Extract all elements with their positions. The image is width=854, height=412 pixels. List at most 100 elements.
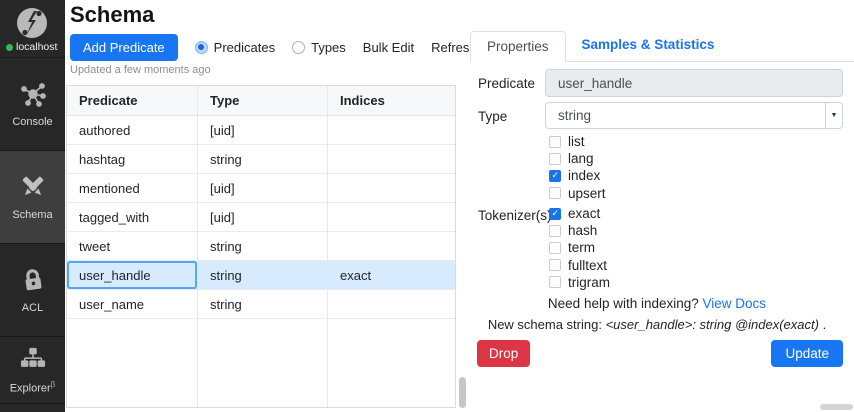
- cell-type: string: [198, 232, 328, 260]
- checkbox-icon: [549, 276, 561, 288]
- cell-indices: [328, 290, 455, 318]
- table-header-row: Predicate Type Indices: [67, 86, 455, 116]
- checkbox-fulltext[interactable]: fulltext: [549, 257, 610, 274]
- sidebar-item-explorer[interactable]: Explorerβ: [0, 336, 65, 403]
- detail-tabbar: Properties Samples & Statistics: [470, 32, 854, 62]
- checkbox-upsert[interactable]: upsert: [549, 185, 606, 202]
- tab-samples-statistics[interactable]: Samples & Statistics: [566, 30, 731, 61]
- sidebar-item-acl[interactable]: ACL: [0, 243, 65, 336]
- table-row[interactable]: user_name string: [67, 290, 455, 319]
- sidebar-item-label: Schema: [12, 209, 52, 221]
- connection-label: localhost: [16, 41, 57, 53]
- lock-icon: [19, 266, 47, 297]
- cell-type: string: [198, 290, 328, 318]
- predicate-field-label: Predicate: [478, 76, 535, 91]
- cell-predicate: user_handle: [67, 261, 198, 289]
- table-row[interactable]: authored [uid]: [67, 116, 455, 145]
- sidebar: localhost Console Schema: [0, 0, 65, 412]
- checkbox-icon: [549, 136, 561, 148]
- new-schema-string: New schema string: <user_handle>: string…: [466, 317, 848, 332]
- table-row[interactable]: hashtag string: [67, 145, 455, 174]
- flags-group: list lang index upsert: [549, 133, 606, 202]
- checkbox-icon: [549, 242, 561, 254]
- table-row[interactable]: mentioned [uid]: [67, 174, 455, 203]
- cell-indices: [328, 232, 455, 260]
- checkbox-index[interactable]: index: [549, 167, 606, 184]
- cell-indices: [328, 203, 455, 231]
- predicate-table: Predicate Type Indices authored [uid] ha…: [66, 85, 456, 408]
- tab-properties[interactable]: Properties: [470, 31, 566, 62]
- sidebar-item-schema[interactable]: Schema: [0, 150, 65, 243]
- checkbox-label: hash: [568, 223, 597, 238]
- sidebar-item-console[interactable]: Console: [0, 57, 65, 150]
- cell-predicate: hashtag: [67, 145, 198, 173]
- radio-predicates[interactable]: Predicates: [195, 40, 275, 55]
- checkbox-label: lang: [568, 151, 594, 166]
- checkbox-label: list: [568, 134, 585, 149]
- connection-status[interactable]: localhost: [6, 41, 57, 53]
- indexing-help: Need help with indexing? View Docs: [470, 296, 844, 311]
- predicate-input: [545, 69, 843, 97]
- add-predicate-button[interactable]: Add Predicate: [70, 34, 178, 61]
- type-select[interactable]: string ▼: [545, 102, 843, 129]
- checkbox-label: fulltext: [568, 258, 607, 273]
- bulk-edit-link[interactable]: Bulk Edit: [363, 40, 414, 55]
- checkbox-trigram[interactable]: trigram: [549, 274, 610, 291]
- checkbox-icon: [549, 259, 561, 271]
- drop-button[interactable]: Drop: [477, 340, 530, 367]
- view-docs-link[interactable]: View Docs: [703, 296, 767, 311]
- checkbox-list[interactable]: list: [549, 133, 606, 150]
- checkbox-exact[interactable]: exact: [549, 205, 610, 222]
- checkbox-label: index: [568, 168, 600, 183]
- horizontal-scrollbar-thumb[interactable]: [820, 404, 853, 410]
- chevron-down-icon: ▼: [825, 103, 842, 128]
- table-row[interactable]: user_handle string exact: [67, 261, 455, 290]
- type-select-value: string: [558, 108, 591, 123]
- column-header-indices[interactable]: Indices: [328, 86, 455, 115]
- cell-type: [uid]: [198, 203, 328, 231]
- checkbox-icon: [549, 153, 561, 165]
- cell-predicate: tweet: [67, 232, 198, 260]
- radio-label: Predicates: [214, 40, 275, 55]
- cell-type: string: [198, 145, 328, 173]
- tokenizers-label: Tokenizer(s): [478, 208, 552, 223]
- updated-timestamp: Updated a few moments ago: [70, 64, 211, 76]
- checkbox-label: exact: [568, 206, 600, 221]
- cell-type: string: [198, 261, 328, 289]
- schema-string-suffix: .: [819, 317, 826, 332]
- cell-predicate: mentioned: [67, 174, 198, 202]
- type-field-label: Type: [478, 109, 507, 124]
- vertical-scrollbar-thumb[interactable]: [459, 377, 466, 408]
- cell-indices: exact: [328, 261, 455, 289]
- brand-block[interactable]: localhost: [0, 0, 65, 57]
- radio-types[interactable]: Types: [292, 40, 346, 55]
- checkbox-icon: [549, 187, 561, 199]
- cell-indices: [328, 116, 455, 144]
- crossed-pencils-icon: [19, 173, 47, 204]
- column-header-type[interactable]: Type: [198, 86, 328, 115]
- table-row[interactable]: tweet string: [67, 232, 455, 261]
- checkbox-hash[interactable]: hash: [549, 222, 610, 239]
- column-header-predicate[interactable]: Predicate: [67, 86, 198, 115]
- cell-type: [uid]: [198, 174, 328, 202]
- sidebar-item-label: Explorerβ: [10, 380, 56, 395]
- sidebar-item-label: ACL: [22, 302, 43, 314]
- schema-string-code: <user_handle>: string @index(exact): [606, 317, 819, 332]
- radio-label: Types: [311, 40, 346, 55]
- cell-type: [uid]: [198, 116, 328, 144]
- cell-indices: [328, 174, 455, 202]
- sidebar-item-label: Console: [12, 116, 52, 128]
- cell-predicate: authored: [67, 116, 198, 144]
- table-empty-area: [67, 319, 455, 407]
- page-title: Schema: [70, 2, 154, 28]
- checkbox-lang[interactable]: lang: [549, 150, 606, 167]
- dgraph-logo-icon: [14, 5, 50, 44]
- table-row[interactable]: tagged_with [uid]: [67, 203, 455, 232]
- checkbox-term[interactable]: term: [549, 239, 610, 256]
- checkbox-label: term: [568, 240, 595, 255]
- update-button[interactable]: Update: [771, 340, 843, 367]
- cell-predicate: tagged_with: [67, 203, 198, 231]
- tokenizers-group: exact hash term fulltext trigram: [549, 205, 610, 291]
- beta-badge: β: [51, 380, 56, 389]
- checkbox-icon: [549, 208, 561, 220]
